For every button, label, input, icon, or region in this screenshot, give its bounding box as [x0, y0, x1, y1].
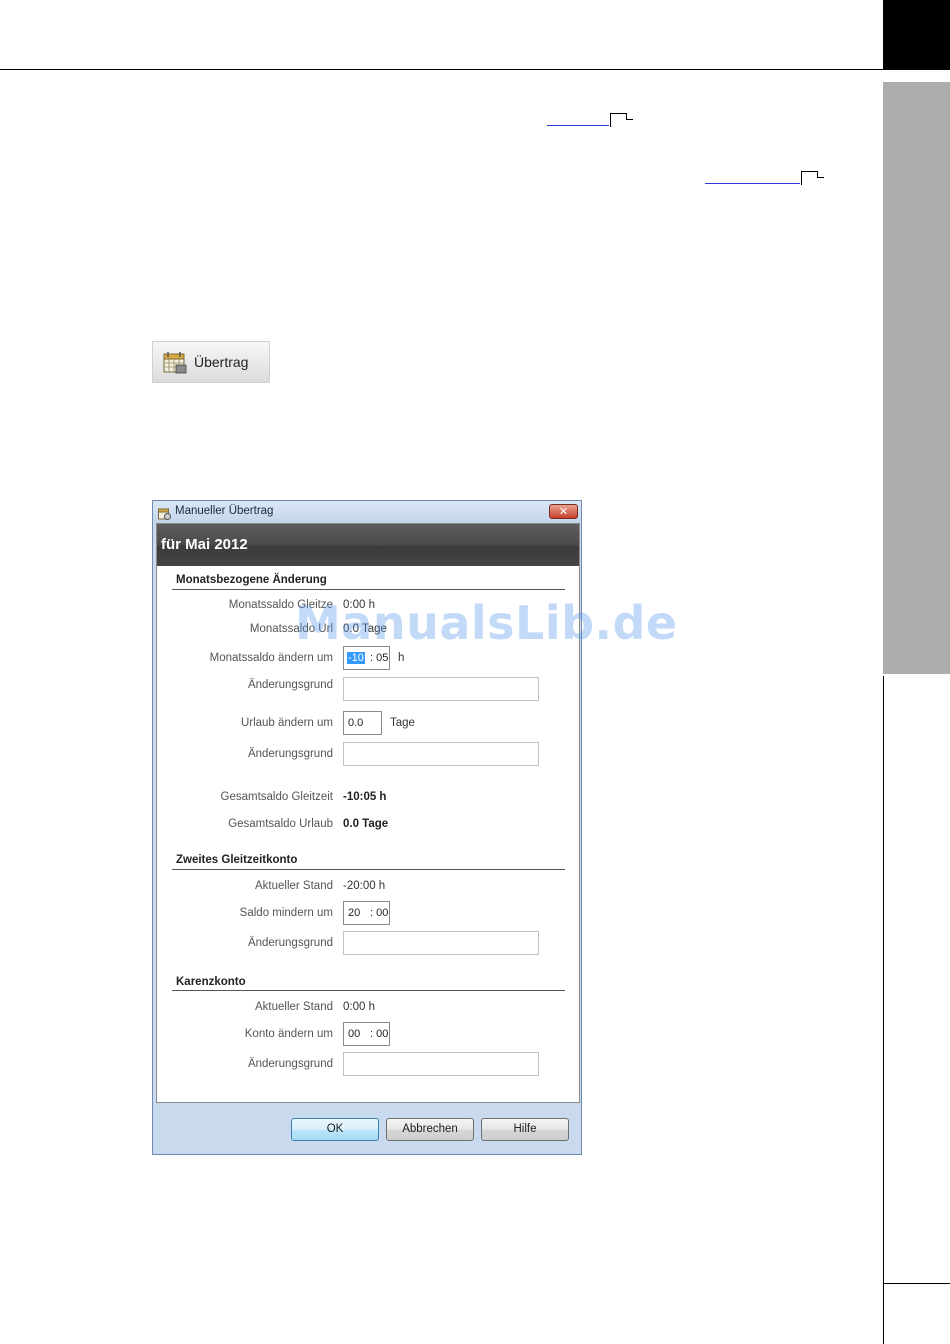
label-aenderungsgrund: Änderungsgrund	[247, 679, 333, 691]
ok-button[interactable]: OK	[291, 1118, 379, 1141]
watermark: ManualsLib.de	[295, 596, 678, 650]
label-gesamtsaldo-gleitzeit: Gesamtsaldo Gleitzeit	[220, 791, 334, 803]
cross-reference-link-2[interactable]	[705, 170, 800, 184]
label-aenderungsgrund: Änderungsgrund	[247, 1058, 333, 1070]
label-aktueller-stand: Aktueller Stand	[255, 1001, 333, 1013]
help-button[interactable]: Hilfe	[481, 1118, 569, 1141]
period-heading: für Mai 2012	[161, 536, 248, 553]
section-title-karenz: Karenzkonto	[176, 976, 246, 988]
value-aktueller-stand: -20:00 h	[343, 880, 386, 892]
close-button[interactable]: ✕	[549, 504, 578, 519]
minutes-segment[interactable]: : 05	[370, 652, 388, 664]
page-reference-icon	[610, 113, 632, 127]
konto-aendern-time-input[interactable]: 00 : 00	[343, 1022, 390, 1046]
label-konto-aendern: Konto ändern um	[244, 1028, 333, 1040]
page-reference-icon	[801, 171, 823, 185]
reason-input-urlaub[interactable]	[343, 742, 539, 766]
label-monatssaldo-aendern: Monatssaldo ändern um	[209, 652, 333, 664]
unit-hours: h	[398, 652, 405, 664]
saldo-mindern-time-input[interactable]: 20 : 00	[343, 901, 390, 925]
hours-segment[interactable]: 20	[347, 907, 361, 919]
section-title-second-account: Zweites Gleitzeitkonto	[176, 854, 298, 866]
minutes-segment[interactable]: : 00	[370, 1028, 388, 1040]
label-gesamtsaldo-urlaub: Gesamtsaldo Urlaub	[228, 818, 333, 830]
uebertrag-button-label: Übertrag	[194, 354, 249, 370]
label-aenderungsgrund: Änderungsgrund	[247, 937, 333, 949]
label-saldo-mindern: Saldo mindern um	[239, 907, 333, 919]
label-aktueller-stand: Aktueller Stand	[255, 880, 333, 892]
reason-input-saldo[interactable]	[343, 677, 539, 701]
header-rule	[0, 69, 884, 70]
app-icon	[158, 505, 171, 520]
dialog-titlebar[interactable]: Manueller Übertrag ✕	[153, 501, 581, 523]
dialog-header-band: für Mai 2012	[157, 524, 579, 566]
label-urlaub-aendern: Urlaub ändern um	[240, 717, 333, 729]
section-divider	[172, 589, 565, 590]
calendar-icon	[162, 349, 188, 375]
section-divider	[172, 990, 565, 991]
minutes-segment[interactable]: : 00	[370, 907, 388, 919]
dialog-title: Manueller Übertrag	[175, 505, 274, 517]
reason-input-second-account[interactable]	[343, 931, 539, 955]
section-title-monthly: Monatsbezogene Änderung	[176, 574, 327, 586]
reason-input-karenz[interactable]	[343, 1052, 539, 1076]
value-gesamtsaldo-urlaub: 0.0 Tage	[343, 818, 389, 830]
label-aenderungsgrund: Änderungsgrund	[247, 748, 333, 760]
value-gesamtsaldo-gleitzeit: -10:05 h	[343, 791, 387, 803]
margin-line	[883, 676, 884, 1344]
cross-reference-link-1[interactable]	[547, 112, 609, 126]
uebertrag-button[interactable]: Übertrag	[152, 341, 270, 383]
cancel-button[interactable]: Abbrechen	[386, 1118, 474, 1141]
unit-days: Tage	[390, 717, 415, 729]
margin-rule	[883, 1283, 950, 1284]
hours-segment[interactable]: -10	[347, 652, 365, 664]
section-divider	[172, 869, 565, 870]
urlaub-input[interactable]: 0.0	[343, 711, 382, 735]
value-karenz-stand: 0:00 h	[343, 1001, 375, 1013]
chapter-tab-gray	[883, 82, 950, 674]
hours-segment[interactable]: 00	[347, 1028, 361, 1040]
close-icon: ✕	[558, 505, 569, 518]
chapter-tab-black	[883, 0, 950, 70]
